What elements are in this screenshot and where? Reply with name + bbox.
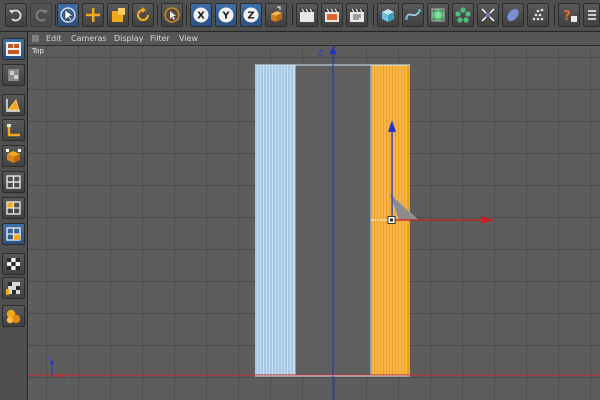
render-to-picture-viewer-button[interactable] bbox=[321, 3, 343, 27]
scale-button[interactable] bbox=[107, 3, 129, 27]
move-button[interactable] bbox=[82, 3, 104, 27]
render-settings-button[interactable] bbox=[346, 3, 368, 27]
menu-grip-handle[interactable] bbox=[32, 35, 39, 42]
more-button[interactable] bbox=[583, 3, 600, 27]
svg-text:Z: Z bbox=[247, 11, 254, 22]
environment-icon bbox=[532, 8, 544, 21]
move-icon bbox=[86, 8, 100, 22]
redo-icon bbox=[35, 9, 48, 22]
rotate-icon bbox=[136, 7, 150, 22]
environment-button[interactable] bbox=[527, 3, 549, 27]
z-axis-label: Z bbox=[318, 49, 324, 58]
view-label-top: Top bbox=[30, 47, 46, 56]
texture-icon bbox=[7, 258, 20, 270]
left-toolbar bbox=[0, 32, 28, 400]
uv-mode-icon bbox=[6, 227, 21, 241]
layout-button[interactable] bbox=[2, 38, 25, 60]
render-view-button[interactable] bbox=[296, 3, 318, 27]
coordinate-system-button[interactable] bbox=[265, 3, 287, 27]
menu-display[interactable]: Display bbox=[114, 32, 144, 45]
scene-object-icon bbox=[507, 8, 519, 22]
texture-button[interactable] bbox=[2, 253, 25, 275]
uv-mode-button[interactable] bbox=[2, 223, 25, 245]
help-icon: ? bbox=[563, 9, 577, 24]
render-settings-icon bbox=[350, 8, 364, 22]
snap-button[interactable] bbox=[2, 305, 25, 327]
coordinate-system-icon bbox=[271, 6, 282, 22]
spline-button[interactable] bbox=[402, 3, 424, 27]
scene-object-button[interactable] bbox=[502, 3, 524, 27]
recent-tool-button[interactable] bbox=[161, 3, 183, 27]
z-axis-lock-button[interactable]: Z bbox=[240, 3, 262, 27]
deformer-button[interactable] bbox=[477, 3, 499, 27]
mini-axis-z-arrow bbox=[50, 359, 54, 364]
svg-text:Y: Y bbox=[221, 11, 230, 22]
polygons-mode-button[interactable] bbox=[2, 197, 25, 219]
menu-cameras[interactable]: Cameras bbox=[71, 32, 107, 45]
help-button[interactable]: ? bbox=[558, 3, 580, 27]
undo-icon bbox=[9, 9, 22, 22]
render-view-icon bbox=[300, 8, 314, 22]
object-axis-button[interactable] bbox=[2, 119, 25, 141]
nurbs-button[interactable] bbox=[427, 3, 449, 27]
main-toolbar: X Y Z ? bbox=[0, 0, 600, 32]
array-icon bbox=[455, 7, 471, 23]
svg-text:X: X bbox=[197, 11, 205, 22]
gizmo-x-arrow[interactable] bbox=[481, 216, 494, 224]
checkerboard-icon bbox=[8, 69, 19, 81]
live-select-icon bbox=[60, 7, 76, 23]
live-select-button[interactable] bbox=[57, 3, 79, 27]
mini-axis-x-label: x bbox=[67, 373, 71, 380]
y-axis-lock-icon: Y bbox=[218, 7, 234, 23]
edges-mode-button[interactable] bbox=[2, 171, 25, 193]
layout-icon bbox=[6, 42, 21, 56]
edges-mode-icon bbox=[6, 175, 21, 189]
menu-filter[interactable]: Filter bbox=[150, 32, 170, 45]
recent-tool-icon bbox=[164, 7, 180, 23]
viewport-menu-bar: Edit Cameras Display Filter View bbox=[28, 32, 600, 46]
spline-icon bbox=[405, 9, 421, 20]
svg-text:?: ? bbox=[563, 9, 571, 24]
z-axis-lock-icon: Z bbox=[243, 7, 259, 23]
world-z-axis-arrow bbox=[329, 47, 337, 54]
model-mode-icon bbox=[6, 99, 20, 112]
gizmo-center-inner bbox=[390, 218, 393, 222]
model-mode-button[interactable] bbox=[2, 94, 25, 116]
points-mode-icon bbox=[6, 149, 21, 163]
snap-icon bbox=[6, 309, 21, 324]
redo-button[interactable] bbox=[30, 3, 52, 27]
cube-icon bbox=[382, 9, 394, 22]
viewport-canvas bbox=[28, 46, 600, 400]
more-icon bbox=[588, 10, 596, 20]
rotate-button[interactable] bbox=[132, 3, 154, 27]
workplane-icon bbox=[6, 282, 20, 295]
menu-view[interactable]: View bbox=[179, 32, 198, 45]
y-axis-lock-button[interactable]: Y bbox=[215, 3, 237, 27]
checkerboard-button[interactable] bbox=[2, 64, 25, 86]
workplane-button[interactable] bbox=[2, 277, 25, 299]
mini-axis-z-label: z bbox=[47, 355, 51, 362]
scale-icon bbox=[112, 8, 125, 22]
x-axis-lock-button[interactable]: X bbox=[190, 3, 212, 27]
render-to-picture-viewer-icon bbox=[325, 8, 339, 22]
cube-button[interactable] bbox=[377, 3, 399, 27]
deformer-icon bbox=[481, 8, 495, 22]
array-button[interactable] bbox=[452, 3, 474, 27]
top-viewport[interactable]: Top Z z x bbox=[28, 46, 600, 400]
undo-button[interactable] bbox=[5, 3, 27, 27]
points-mode-button[interactable] bbox=[2, 145, 25, 167]
polygons-mode-icon bbox=[6, 201, 21, 215]
nurbs-icon bbox=[431, 8, 445, 22]
x-axis-lock-icon: X bbox=[193, 7, 209, 23]
object-axis-icon bbox=[7, 124, 20, 137]
menu-edit[interactable]: Edit bbox=[46, 32, 62, 45]
